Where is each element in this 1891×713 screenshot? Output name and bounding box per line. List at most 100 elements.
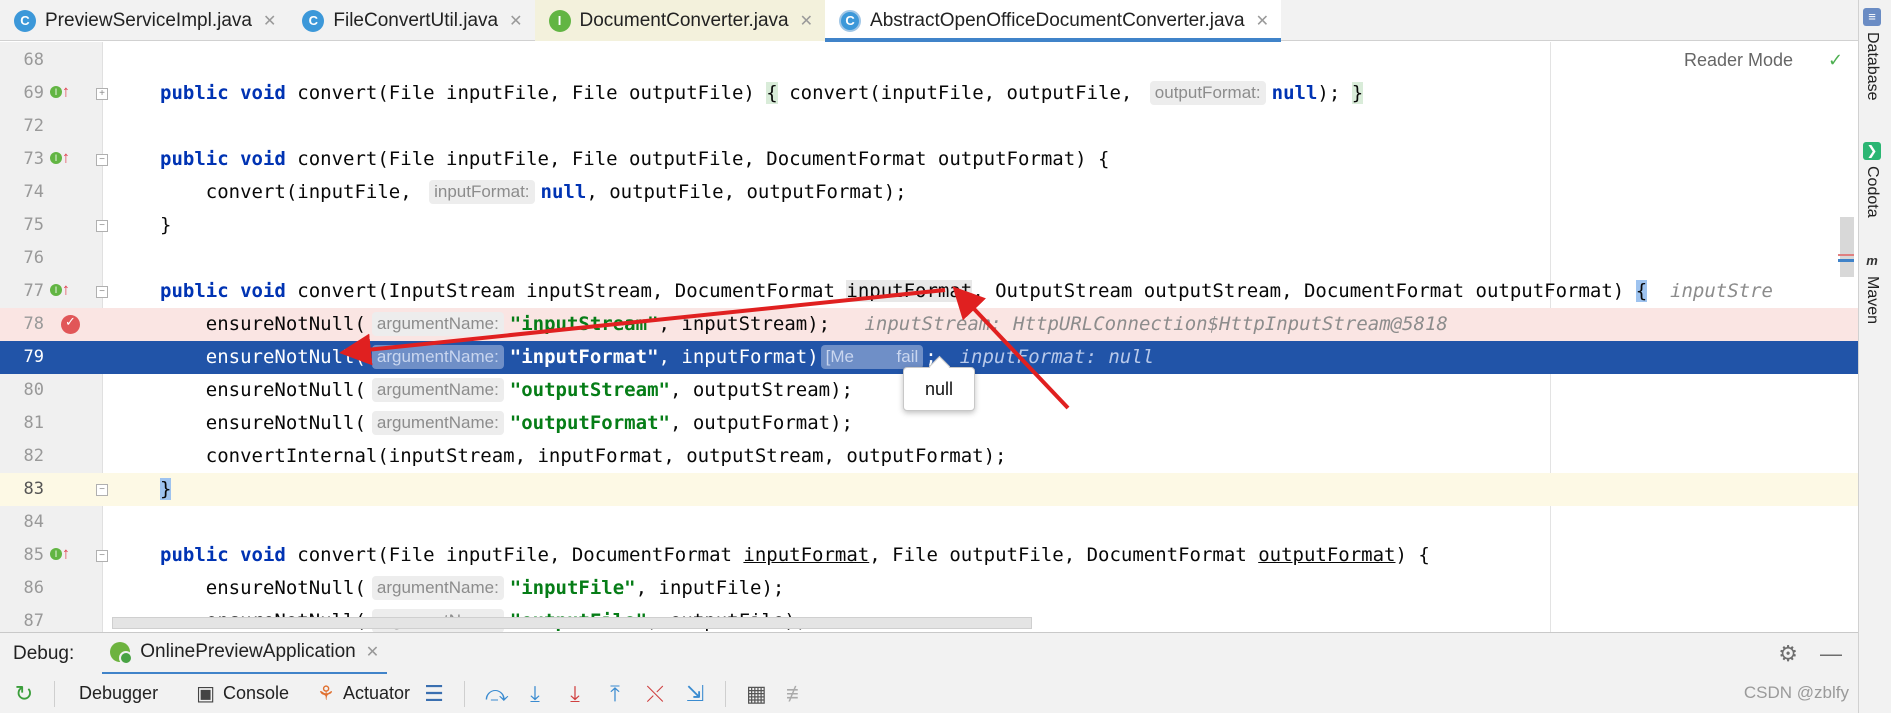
database-tool-button[interactable]: ≡ Database (1863, 8, 1881, 101)
code-text: ensureNotNull(argumentName: "inputStream"… (160, 312, 1448, 336)
code-line[interactable]: 74 convert(inputFile, inputFormat: null, … (0, 176, 1858, 209)
database-label: Database (1864, 32, 1881, 101)
abstract-class-file-icon: C (839, 9, 862, 32)
fold-collapse-icon[interactable]: − (96, 154, 108, 166)
debug-session-tab[interactable]: OnlinePreviewApplication ✕ (102, 633, 388, 675)
breakpoint-icon[interactable] (61, 314, 80, 334)
code-line[interactable]: 76 (0, 242, 1858, 275)
line-number: 83 (23, 479, 44, 499)
code-text: public void convert(File inputFile, File… (160, 148, 1110, 170)
debugger-label: Debugger (79, 683, 159, 703)
code-line[interactable]: 86 ensureNotNull(argumentName: "inputFile… (0, 572, 1858, 605)
maven-label: Maven (1864, 276, 1881, 325)
trace-stream-icon[interactable]: ≢ (786, 681, 808, 707)
debug-label: Debug: (13, 642, 75, 664)
line-number: 68 (23, 50, 44, 70)
line-number: 76 (23, 248, 44, 268)
tab-file-convert-util[interactable]: C FileConvertUtil.java ✕ (288, 0, 534, 41)
toolbar-separator (54, 680, 55, 707)
tab-abstract-openoffice-document-converter[interactable]: C AbstractOpenOfficeDocumentConverter.ja… (825, 0, 1281, 42)
evaluate-expression-icon[interactable]: ▦ (746, 681, 767, 707)
vertical-scrollbar[interactable] (1840, 217, 1854, 277)
tab-document-converter[interactable]: I DocumentConverter.java ✕ (534, 0, 826, 41)
code-text: ensureNotNull(argumentName: "inputFile", … (160, 576, 785, 600)
code-line-breakpoint[interactable]: 78 ensureNotNull(argumentName:"inputStre… (0, 308, 1858, 341)
code-text: convertInternal(inputStream, inputFormat… (160, 445, 1007, 467)
step-over-icon[interactable]: ⤼ (485, 681, 509, 707)
tab-preview-service-impl[interactable]: C PreviewServiceImpl.java ✕ (0, 0, 288, 41)
line-number: 74 (23, 182, 44, 202)
overriding-method-icon[interactable]: I ↑ (50, 281, 74, 301)
line-number: 69 (23, 83, 44, 103)
step-out-icon[interactable]: ⤒ (605, 681, 625, 707)
code-line[interactable]: 73 I ↑ − public void convert(File inputFi… (0, 143, 1858, 176)
actuator-tab[interactable]: ⚘ Actuator (317, 674, 410, 713)
inline-debug-value: inputStream: HttpURLConnection$HttpInput… (864, 313, 1448, 335)
run-to-cursor-icon[interactable]: ⇲ (685, 681, 705, 707)
right-tool-strip: ≡ Database ❯ Codota m Maven (1858, 0, 1891, 713)
code-text: public void convert(File inputFile, File… (160, 81, 1364, 105)
close-icon[interactable]: ✕ (1256, 11, 1269, 31)
code-line[interactable]: 72 (0, 110, 1858, 143)
debugger-tab[interactable]: Debugger (79, 674, 158, 713)
code-line[interactable]: 75 − } (0, 209, 1858, 242)
overriding-method-icon[interactable]: I ↑ (50, 545, 74, 565)
code-text: } (160, 478, 172, 500)
drop-frame-icon[interactable]: ⤬ (645, 681, 665, 707)
code-line[interactable]: 84 (0, 506, 1858, 539)
fold-collapse-icon[interactable]: − (96, 550, 108, 562)
close-icon[interactable]: ✕ (366, 642, 379, 662)
gear-icon[interactable]: ⚙ (1778, 641, 1798, 667)
maven-tool-button[interactable]: m Maven (1863, 252, 1881, 324)
close-icon[interactable]: ✕ (263, 11, 276, 31)
codota-label: Codota (1864, 166, 1881, 218)
force-step-into-icon[interactable]: ⤓ (565, 681, 585, 707)
breakpoint-scroll-mark (1838, 254, 1854, 256)
parameter-hint: argumentName: (371, 378, 504, 402)
code-text: public void convert(File inputFile, Docu… (160, 544, 1430, 566)
toolbar-separator (464, 680, 465, 707)
console-label: Console (222, 683, 290, 703)
code-line[interactable]: 77 I ↑ − public void convert(InputStream … (0, 275, 1858, 308)
overriding-method-icon[interactable]: I ↑ (50, 149, 74, 169)
code-line[interactable]: 68 (0, 44, 1858, 77)
toolbar-separator (725, 680, 726, 707)
console-tab[interactable]: ▣ Console (196, 674, 289, 713)
code-text: public void convert(InputStream inputStr… (160, 280, 1773, 302)
parameter-hint: argumentName: (371, 345, 504, 369)
fold-collapse-icon[interactable]: − (96, 286, 108, 298)
code-line[interactable]: 69 I ↑ + public void convert(File inputFi… (0, 77, 1858, 110)
code-line[interactable]: 81 ensureNotNull(argumentName: "outputFor… (0, 407, 1858, 440)
fold-end-icon[interactable]: − (96, 220, 108, 232)
horizontal-scrollbar[interactable] (112, 617, 1032, 629)
codota-tool-button[interactable]: ❯ Codota (1863, 142, 1881, 218)
rerun-icon[interactable]: ↻ (14, 681, 34, 707)
inline-debug-value: inputFormat: null (959, 346, 1155, 368)
parameter-hint: argumentName: (371, 411, 504, 435)
console-icon: ▣ (196, 683, 215, 705)
step-into-icon[interactable]: ⤓ (525, 681, 545, 707)
fold-expand-icon[interactable]: + (96, 88, 108, 100)
database-icon: ≡ (1863, 8, 1881, 26)
line-number: 78 (23, 314, 44, 334)
parameter-hint: argumentName: (371, 312, 504, 336)
code-line[interactable]: 82 convertInternal(inputStream, inputFor… (0, 440, 1858, 473)
inspection-ok-icon[interactable]: ✓ (1828, 50, 1843, 71)
close-icon[interactable]: ✕ (509, 11, 522, 31)
collapsed-hint[interactable]: [Me fail (820, 345, 924, 369)
value-tooltip: null (903, 367, 975, 411)
code-line-caret[interactable]: 83 − } (0, 473, 1858, 506)
layout-menu-icon[interactable]: ☰ (424, 681, 444, 707)
minimize-icon[interactable]: — (1820, 641, 1842, 667)
fold-end-icon[interactable]: − (96, 484, 108, 496)
code-line[interactable]: 85 I ↑ − public void convert(File inputFi… (0, 539, 1858, 572)
reader-mode-button[interactable]: Reader Mode (1684, 50, 1793, 71)
close-icon[interactable]: ✕ (800, 11, 813, 31)
overriding-method-icon[interactable]: I ↑ (50, 83, 74, 103)
tab-label: FileConvertUtil.java (333, 9, 499, 31)
line-number: 72 (23, 116, 44, 136)
line-number: 79 (23, 347, 44, 367)
spring-boot-icon (110, 642, 134, 665)
class-file-icon: C (14, 9, 36, 32)
code-editor[interactable]: 68 69 I ↑ + public void convert(File inpu… (0, 42, 1858, 632)
